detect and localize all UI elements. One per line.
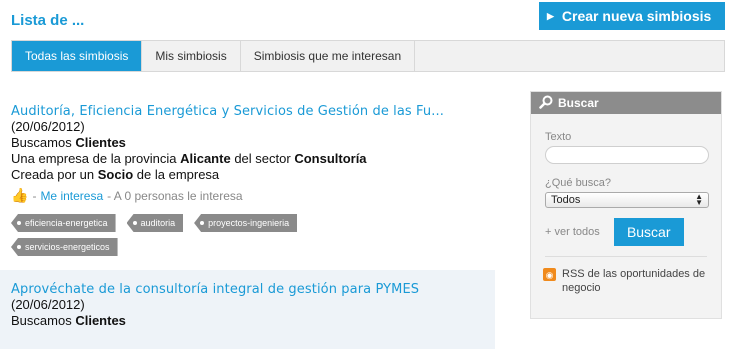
me-interesa-link[interactable]: Me interesa [40, 189, 103, 203]
thumbs-up-icon[interactable]: 👍 [11, 187, 28, 204]
tab-my-simbiosis[interactable]: Mis simbiosis [142, 41, 241, 71]
created-role: Socio [97, 167, 134, 182]
see-all-link[interactable]: + ver todos [545, 226, 600, 238]
list-item: Aprovéchate de la consultoría integral d… [0, 270, 495, 349]
tag[interactable]: servicios-energeticos [11, 238, 118, 256]
list-item: Auditoría, Eficiencia Energética y Servi… [11, 88, 495, 256]
text-label: Texto [545, 131, 572, 143]
item-date: (20/06/2012) [11, 297, 85, 312]
item-seek: Buscamos Clientes [11, 313, 495, 329]
tag[interactable]: auditoria [126, 214, 184, 232]
simbiosis-list: Auditoría, Eficiencia Energética y Servi… [0, 88, 495, 349]
select-arrows-icon: ▲ ▼ [695, 192, 703, 207]
tab-all-simbiosis[interactable]: Todas las simbiosis [12, 41, 143, 71]
tab-interested-simbiosis[interactable]: Simbiosis que me interesan [241, 41, 416, 71]
item-company: Una empresa de la provincia Alicante del… [11, 151, 495, 167]
rss-link[interactable]: ◉ RSS de las oportunidades de negocio [543, 267, 707, 295]
created-prefix: Creada por un [11, 167, 95, 182]
what-select[interactable]: Todos ▲ ▼ [545, 192, 709, 208]
seek-value: Clientes [75, 135, 126, 150]
tag[interactable]: proyectos-ingenieria [194, 214, 298, 232]
tag[interactable]: eficiencia-energetica [11, 214, 116, 232]
created-suffix: de la empresa [136, 167, 220, 182]
search-actions: + ver todos Buscar [545, 218, 721, 246]
tab-bar: Todas las simbiosis Mis simbiosis Simbio… [11, 40, 725, 72]
company-middle: del sector [234, 151, 291, 166]
seek-prefix: Buscamos [11, 135, 72, 150]
triangle-right-icon: ▶ [547, 10, 554, 21]
create-simbiosis-button[interactable]: ▶ Crear nueva simbiosis [539, 2, 725, 30]
what-select-value: Todos [551, 194, 581, 206]
tag-list: eficiencia-energetica auditoria proyecto… [11, 214, 351, 256]
seek-prefix: Buscamos [11, 313, 72, 328]
interest-row: 👍 - Me interesa - A 0 personas le intere… [11, 187, 495, 204]
item-seek: Buscamos Clientes [11, 135, 495, 151]
page-title: Lista de ... [11, 12, 85, 29]
interest-count: - A 0 personas le interesa [107, 188, 243, 203]
divider [545, 256, 707, 257]
item-date: (20/06/2012) [11, 119, 85, 134]
search-text-input[interactable] [545, 146, 709, 164]
search-panel: Buscar Texto ¿Qué busca? Todos ▲ ▼ + ver … [530, 91, 722, 319]
seek-value: Clientes [75, 313, 126, 328]
rss-text: RSS de las oportunidades de negocio [562, 268, 706, 294]
company-prefix: Una empresa de la provincia [11, 151, 177, 166]
search-button[interactable]: Buscar [613, 218, 684, 246]
search-panel-header: Buscar [531, 92, 721, 114]
rss-icon: ◉ [543, 268, 556, 281]
company-sector: Consultoría [294, 151, 367, 166]
create-simbiosis-label: Crear nueva simbiosis [561, 8, 712, 24]
item-title-link[interactable]: Aprovéchate de la consultoría integral d… [11, 282, 495, 297]
magnifier-icon [539, 95, 553, 112]
item-title-link[interactable]: Auditoría, Eficiencia Energética y Servi… [11, 104, 495, 119]
company-province: Alicante [180, 151, 231, 166]
search-panel-title: Buscar [558, 96, 599, 110]
interest-dash: - [32, 188, 37, 203]
what-label: ¿Qué busca? [545, 177, 612, 189]
item-created-by: Creada por un Socio de la empresa [11, 167, 495, 183]
